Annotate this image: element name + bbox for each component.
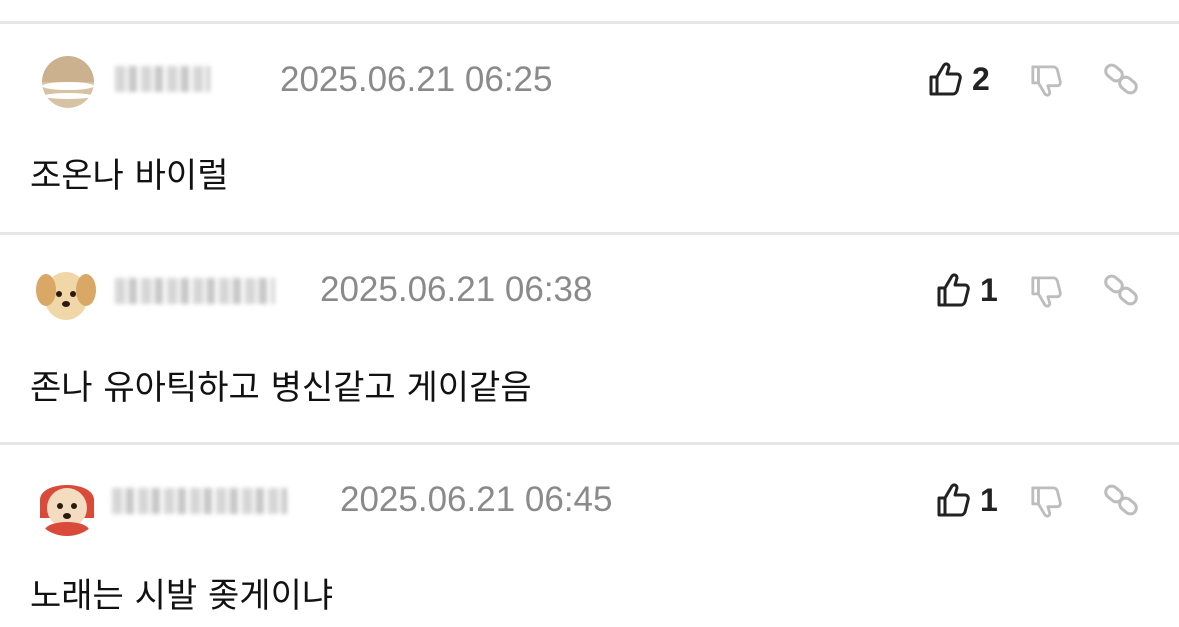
dislike-button[interactable] (1030, 272, 1062, 312)
comment-divider (0, 232, 1179, 235)
like-count: 2 (972, 60, 990, 97)
thumbs-down-icon (1031, 486, 1062, 518)
like-button[interactable]: 1 (936, 270, 998, 310)
comment-text: 존나 유아틱하고 병신같고 게이같음 (30, 368, 532, 408)
comment-text: 노래는 시발 좆게이냐 (30, 576, 334, 616)
thumbs-up-icon (929, 62, 962, 96)
like-button[interactable]: 1 (936, 480, 998, 520)
comment-divider (0, 442, 1179, 445)
puppy-red-hood-icon[interactable] (32, 470, 102, 536)
like-count: 1 (980, 481, 998, 518)
comment-timestamp: 2025.06.21 06:25 (280, 60, 553, 99)
globe-sand-icon[interactable] (42, 56, 94, 108)
thumbs-down-icon (1031, 65, 1062, 97)
username-redacted[interactable] (115, 278, 275, 304)
username-redacted[interactable] (112, 488, 287, 514)
like-count: 1 (980, 271, 998, 308)
link-icon (1104, 63, 1138, 95)
thumbs-up-icon (937, 273, 970, 307)
comment-timestamp: 2025.06.21 06:38 (320, 270, 593, 309)
link-icon (1104, 484, 1138, 516)
share-link-button[interactable] (1103, 270, 1139, 310)
top-divider (0, 21, 1179, 24)
thumbs-up-icon (937, 483, 970, 517)
puppy-icon[interactable] (32, 262, 100, 326)
username-redacted[interactable] (115, 66, 210, 92)
like-button[interactable]: 2 (928, 59, 990, 99)
comment-timestamp: 2025.06.21 06:45 (340, 480, 613, 519)
share-link-button[interactable] (1103, 480, 1139, 520)
dislike-button[interactable] (1030, 482, 1062, 522)
link-icon (1104, 274, 1138, 306)
comment-text: 조온나 바이럴 (30, 156, 229, 196)
thumbs-down-icon (1031, 276, 1062, 308)
share-link-button[interactable] (1103, 59, 1139, 99)
dislike-button[interactable] (1030, 61, 1062, 101)
